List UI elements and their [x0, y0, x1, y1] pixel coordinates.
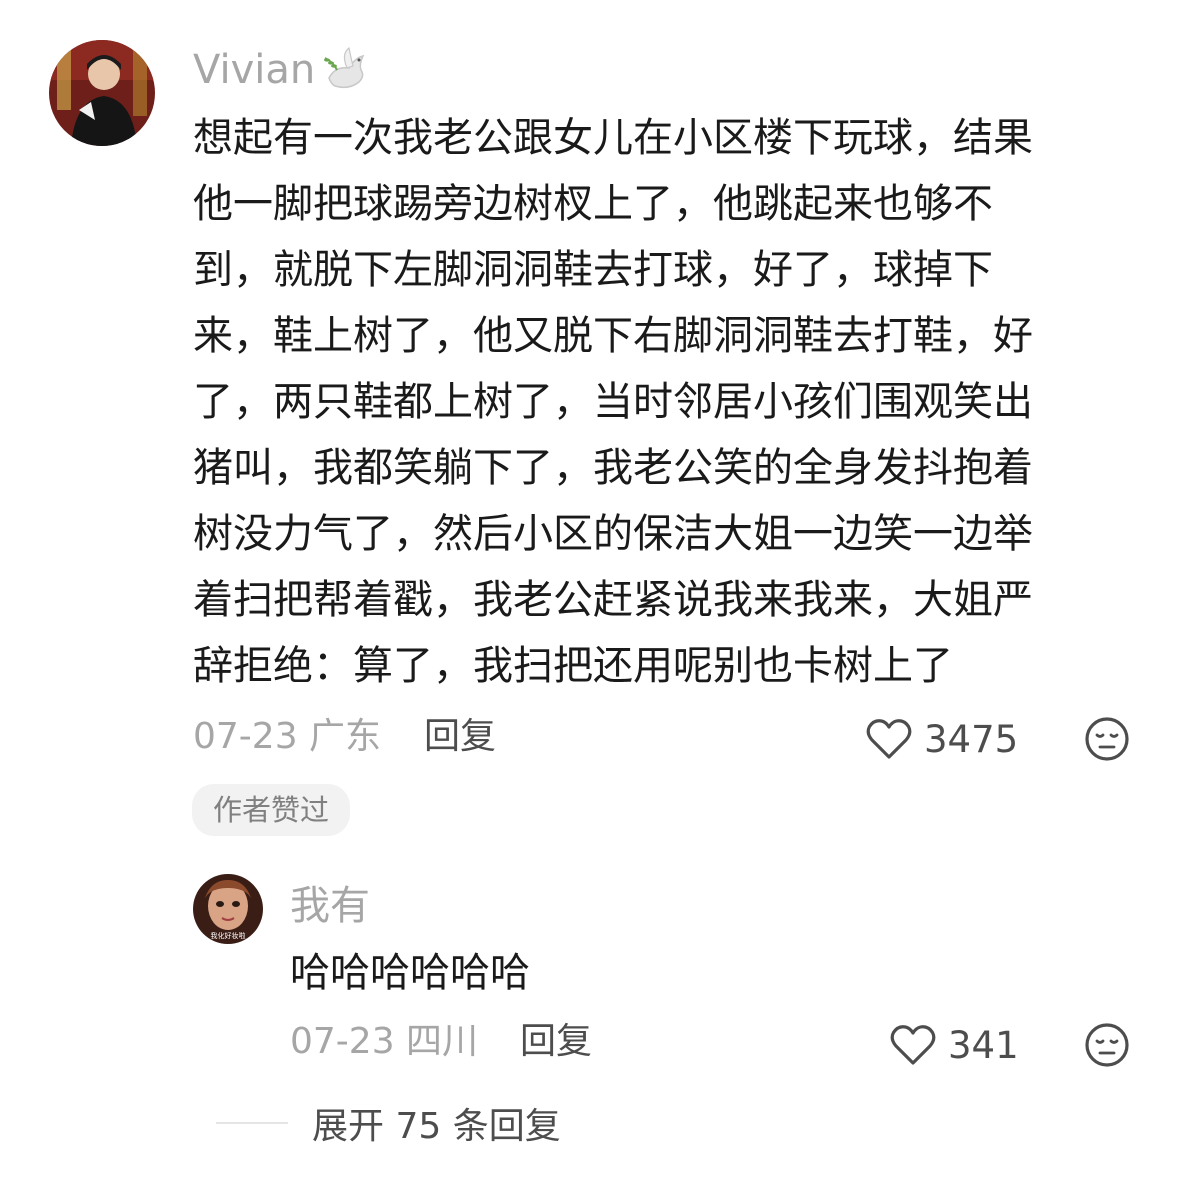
author-liked-badge: 作者赞过	[192, 784, 350, 836]
comment-text-line: 了，两只鞋都上树了，当时邻居小孩们围观笑出	[193, 379, 1033, 425]
comment-text-line: 来，鞋上树了，他又脱下右脚洞洞鞋去打鞋，好	[193, 313, 1033, 359]
dove-with-olive-branch-icon	[324, 46, 365, 89]
reply-text: 哈哈哈哈哈哈	[290, 950, 530, 996]
heart-icon	[890, 1025, 936, 1065]
comment-username[interactable]: Vivian	[193, 44, 371, 96]
username-text: Vivian	[193, 47, 316, 93]
like-count: 3475	[924, 717, 1019, 761]
reply-date-location: 07-23 四川	[290, 1021, 479, 1062]
unamused-face-icon	[1085, 1023, 1129, 1067]
avatar-image: 我化好妆啦	[193, 874, 263, 944]
avatar[interactable]: 我化好妆啦	[193, 874, 263, 944]
reply-button[interactable]: 回复	[520, 1019, 592, 1065]
reply-button[interactable]: 回复	[424, 714, 496, 760]
comment-text-line: 想起有一次我老公跟女儿在小区楼下玩球，结果	[193, 115, 1033, 161]
avatar-image	[49, 40, 155, 146]
comment-date-location: 07-23 广东	[193, 716, 382, 757]
comment-text-line: 他一脚把球踢旁边树杈上了，他跳起来也够不	[193, 181, 993, 227]
heart-icon	[866, 719, 912, 759]
unamused-face-icon	[1085, 717, 1129, 761]
expand-replies-label: 展开 75 条回复	[312, 1106, 561, 1147]
like-count: 341	[948, 1023, 1019, 1067]
comment-text-line: 猪叫，我都笑躺下了，我老公笑的全身发抖抱着	[193, 445, 1033, 491]
comment-text-line: 着扫把帮着戳，我老公赶紧说我来我来，大姐严	[193, 577, 1033, 623]
comment-text-line: 树没力气了，然后小区的保洁大姐一边笑一边举	[193, 511, 1033, 557]
dislike-button[interactable]	[1084, 716, 1130, 766]
reply-username[interactable]: 我有	[290, 880, 370, 932]
avatar-caption: 我化好妆啦	[211, 931, 246, 940]
comment-text-line: 辞拒绝：算了，我扫把还用呢别也卡树上了	[193, 643, 953, 689]
expand-replies-button[interactable]: 展开 75 条回复	[216, 1100, 561, 1147]
divider-line	[216, 1122, 288, 1124]
dislike-button[interactable]	[1084, 1022, 1130, 1072]
comment-text-line: 到，就脱下左脚洞洞鞋去打球，好了，球掉下	[193, 247, 993, 293]
like-button[interactable]: 341	[890, 1020, 1019, 1070]
comment-text: 想起有一次我老公跟女儿在小区楼下玩球，结果 他一脚把球踢旁边树杈上了，他跳起来也…	[193, 105, 1113, 699]
like-button[interactable]: 3475	[866, 714, 1018, 764]
avatar[interactable]	[49, 40, 155, 146]
